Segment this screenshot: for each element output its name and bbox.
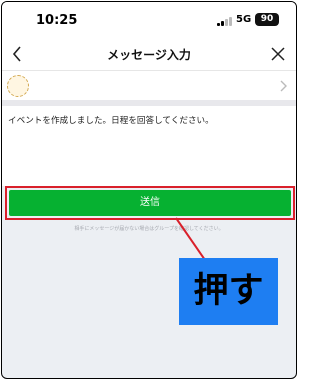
phone-frame: 10:25 5G 90 メッセージ入力 イベントを作成しました。日程を回答してく… xyxy=(1,1,297,379)
callout-label: 押す xyxy=(179,258,278,325)
